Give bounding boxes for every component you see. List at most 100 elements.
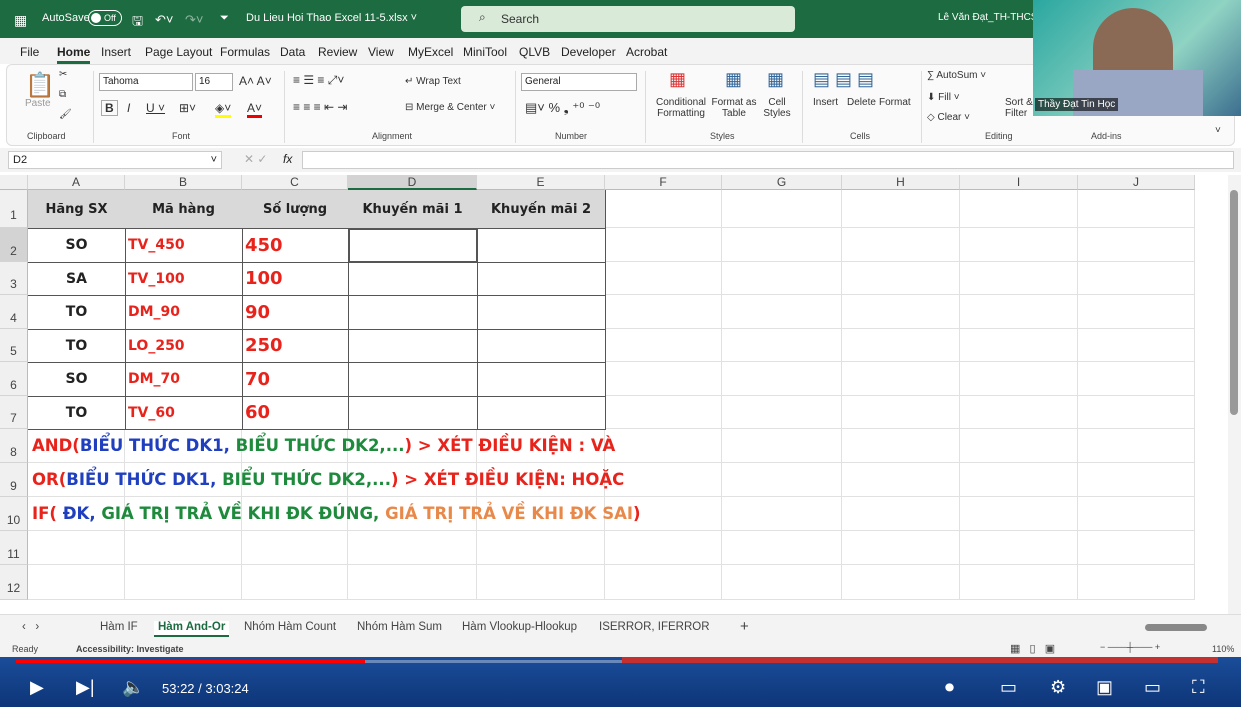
grid-cell[interactable] bbox=[348, 531, 477, 565]
cell-styles-icon[interactable]: ▦ bbox=[767, 69, 784, 90]
sort-filter-button[interactable]: Sort & Filter bbox=[1005, 97, 1033, 119]
table-cell[interactable]: LO_250 bbox=[125, 329, 243, 363]
grid-cell[interactable] bbox=[842, 228, 960, 262]
active-cell-D2[interactable] bbox=[348, 228, 478, 263]
grid-cell[interactable] bbox=[242, 531, 348, 565]
format-button[interactable]: Format bbox=[879, 97, 911, 108]
zoom-level[interactable]: 110% bbox=[1212, 644, 1234, 654]
grid-cell[interactable] bbox=[605, 262, 722, 295]
insert-function-button[interactable]: fx bbox=[283, 152, 292, 166]
row-header-4[interactable]: 4 bbox=[0, 295, 28, 329]
grid-cell[interactable] bbox=[605, 295, 722, 329]
accessibility-status[interactable]: Accessibility: Investigate bbox=[76, 644, 184, 654]
table-cell[interactable]: TO bbox=[28, 295, 126, 330]
grid-cell[interactable] bbox=[1078, 295, 1195, 329]
align-icons[interactable]: ≡ ☰ ≡ ⤢˅ bbox=[293, 73, 344, 88]
borders-icon[interactable]: ⊞˅ bbox=[179, 101, 196, 115]
grid-cell[interactable] bbox=[28, 531, 125, 565]
paste-button[interactable]: Paste bbox=[25, 98, 51, 109]
vertical-scrollbar[interactable] bbox=[1228, 175, 1241, 615]
table-cell[interactable] bbox=[477, 329, 606, 363]
grid-cell[interactable] bbox=[28, 565, 125, 600]
sheet-tab[interactable]: ISERROR, IFERROR bbox=[599, 621, 710, 633]
grid-cell[interactable] bbox=[842, 565, 960, 600]
grid-cell[interactable] bbox=[960, 228, 1078, 262]
grid-cell[interactable] bbox=[605, 565, 722, 600]
table-cell[interactable] bbox=[348, 329, 478, 363]
filename[interactable]: Du Lieu Hoi Thao Excel 11-5.xlsx ˅ bbox=[246, 12, 417, 24]
grid-cell[interactable] bbox=[722, 429, 842, 463]
grid-cell[interactable] bbox=[722, 190, 842, 228]
merge-center-button[interactable]: ⊟ Merge & Center ˅ bbox=[405, 102, 495, 113]
ribbon-tab-formulas[interactable]: Formulas bbox=[220, 45, 270, 59]
grid-cell[interactable] bbox=[722, 228, 842, 262]
table-cell[interactable] bbox=[477, 362, 606, 397]
grid-cell[interactable] bbox=[842, 329, 960, 362]
grid-cell[interactable] bbox=[605, 190, 722, 228]
grid-cell[interactable] bbox=[125, 531, 242, 565]
table-cell[interactable]: TV_100 bbox=[125, 262, 243, 296]
fullscreen-icon[interactable]: ⛶ bbox=[1192, 677, 1205, 698]
column-header-G[interactable]: G bbox=[722, 175, 842, 190]
ribbon-tab-home[interactable]: Home bbox=[57, 45, 91, 64]
undo-icon[interactable]: ↶˅ bbox=[155, 12, 173, 28]
ribbon-tab-developer[interactable]: Developer bbox=[561, 45, 616, 59]
sheet-tab[interactable]: Nhóm Hàm Sum bbox=[357, 621, 442, 633]
ribbon-tab-insert[interactable]: Insert bbox=[101, 45, 131, 59]
format-painter-icon[interactable]: 🖌 bbox=[59, 109, 72, 120]
font-name-select[interactable]: Tahoma bbox=[99, 73, 193, 91]
autoplay-toggle[interactable]: ⏺ bbox=[945, 677, 954, 698]
grid-cell[interactable] bbox=[960, 262, 1078, 295]
table-cell[interactable]: SO bbox=[28, 228, 126, 263]
ribbon-tab-qlvb[interactable]: QLVB bbox=[519, 45, 550, 59]
grid-cell[interactable] bbox=[960, 531, 1078, 565]
column-header-J[interactable]: J bbox=[1078, 175, 1195, 190]
table-cell[interactable]: SO bbox=[28, 362, 126, 397]
row-header-3[interactable]: 3 bbox=[0, 262, 28, 295]
row-header-2[interactable]: 2 bbox=[0, 228, 28, 262]
conditional-formatting-icon[interactable]: ▦ bbox=[669, 69, 686, 90]
table-cell[interactable]: 90 bbox=[242, 295, 349, 330]
row-header-8[interactable]: 8 bbox=[0, 429, 28, 463]
sheet-nav-arrows[interactable]: ‹ › bbox=[22, 621, 39, 633]
note-row-8[interactable]: AND(BIỂU THỨC DK1, BIỂU THỨC DK2,...) > … bbox=[32, 436, 615, 455]
grid-cell[interactable] bbox=[722, 396, 842, 429]
grid-cell[interactable] bbox=[605, 228, 722, 262]
next-icon[interactable]: ▶| bbox=[76, 677, 95, 698]
table-header-cell[interactable]: Số lượng bbox=[242, 190, 349, 229]
italic-button[interactable]: I bbox=[127, 101, 130, 115]
grid-cell[interactable] bbox=[1078, 329, 1195, 362]
redo-icon[interactable]: ↷˅ bbox=[185, 12, 203, 28]
grid-cell[interactable] bbox=[960, 565, 1078, 600]
horizontal-align-icons[interactable]: ≡ ≡ ≡ ⇤ ⇥ bbox=[293, 100, 347, 114]
column-header-C[interactable]: C bbox=[242, 175, 348, 190]
conditional-formatting-button[interactable]: Conditional Formatting bbox=[651, 97, 711, 119]
table-cell[interactable] bbox=[348, 396, 478, 430]
table-cell[interactable]: TV_60 bbox=[125, 396, 243, 430]
grid-cell[interactable] bbox=[960, 396, 1078, 429]
ribbon-tab-myexcel[interactable]: MyExcel bbox=[408, 45, 453, 59]
row-header-6[interactable]: 6 bbox=[0, 362, 28, 396]
row-header-5[interactable]: 5 bbox=[0, 329, 28, 362]
table-cell[interactable]: TO bbox=[28, 329, 126, 363]
grid-cell[interactable] bbox=[722, 295, 842, 329]
grid-cell[interactable] bbox=[842, 531, 960, 565]
horizontal-scrollbar[interactable] bbox=[1145, 624, 1207, 631]
grid-cell[interactable] bbox=[842, 497, 960, 531]
grid-cell[interactable] bbox=[960, 295, 1078, 329]
zoom-slider[interactable]: − ───┼─── + bbox=[1100, 642, 1160, 652]
autosum-button[interactable]: ∑ AutoSum ˅ bbox=[927, 70, 986, 81]
note-row-9[interactable]: OR(BIỂU THỨC DK1, BIỂU THỨC DK2,...) > X… bbox=[32, 470, 624, 489]
grid-cell[interactable] bbox=[605, 531, 722, 565]
ribbon-tab-review[interactable]: Review bbox=[318, 45, 357, 59]
subtitles-icon[interactable]: ▭ bbox=[1000, 677, 1017, 698]
row-header-9[interactable]: 9 bbox=[0, 463, 28, 497]
table-cell[interactable]: DM_70 bbox=[125, 362, 243, 397]
user-name[interactable]: Lê Văn Đạt_TH-THCS-T bbox=[938, 12, 1047, 23]
sheet-tab[interactable]: Hàm And-Or bbox=[154, 621, 230, 637]
view-buttons[interactable]: ▦ ▯ ▣ bbox=[1010, 642, 1055, 655]
column-header-E[interactable]: E bbox=[477, 175, 605, 190]
table-cell[interactable]: 250 bbox=[242, 329, 349, 363]
grid-cell[interactable] bbox=[722, 497, 842, 531]
note-row-10[interactable]: IF( ĐK, GIÁ TRỊ TRẢ VỀ KHI ĐK ĐÚNG, GIÁ … bbox=[32, 504, 641, 523]
